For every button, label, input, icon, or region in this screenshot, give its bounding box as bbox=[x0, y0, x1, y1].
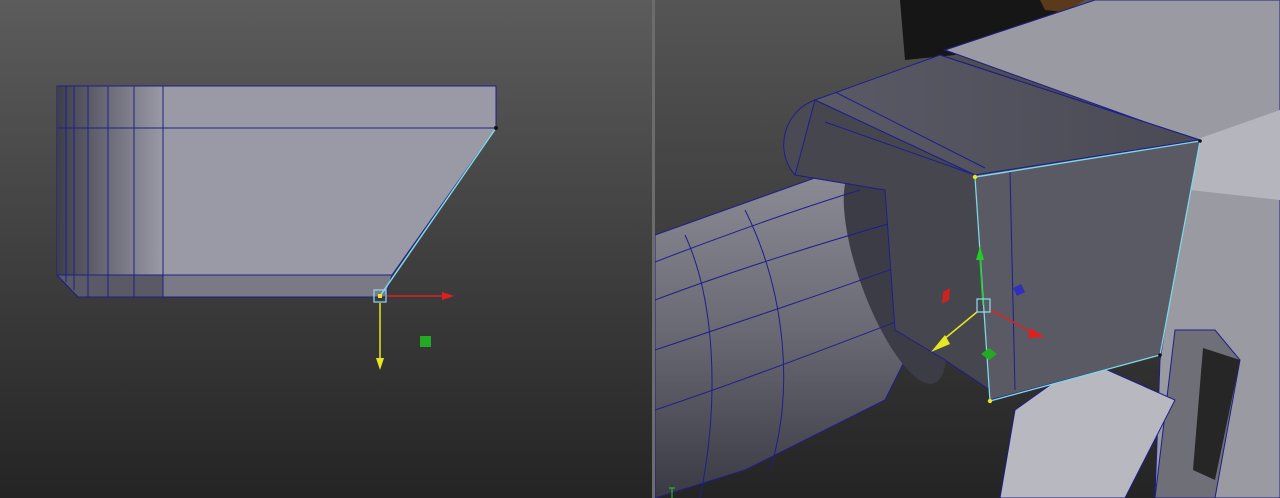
orthographic-viewport[interactable] bbox=[0, 0, 652, 498]
mesh-bevel-face[interactable] bbox=[57, 86, 163, 275]
gizmo-plane-handle[interactable] bbox=[420, 336, 431, 347]
selected-vertex[interactable] bbox=[378, 294, 382, 298]
orthographic-scene[interactable] bbox=[0, 0, 652, 498]
maya-viewport-panels bbox=[0, 0, 1280, 498]
vertex[interactable] bbox=[1198, 139, 1202, 143]
selected-vertex[interactable] bbox=[972, 174, 978, 180]
vertex[interactable] bbox=[494, 126, 498, 130]
perspective-viewport[interactable] bbox=[655, 0, 1280, 498]
vertex[interactable] bbox=[1158, 353, 1162, 357]
perspective-scene[interactable] bbox=[655, 0, 1280, 498]
selected-vertex[interactable] bbox=[987, 398, 993, 404]
